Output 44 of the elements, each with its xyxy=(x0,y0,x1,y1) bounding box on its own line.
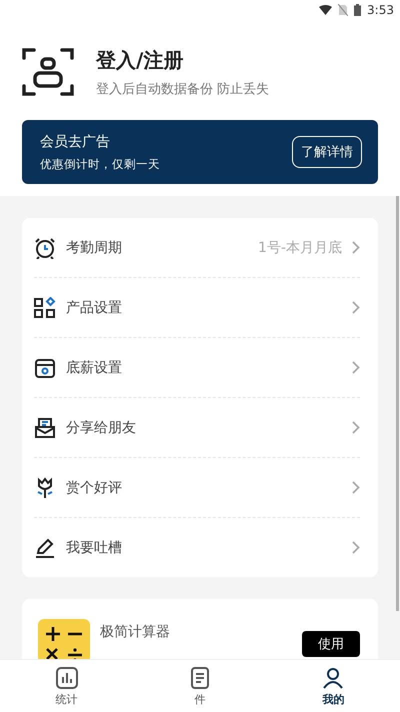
menu-label: 赏个好评 xyxy=(66,478,123,496)
alarm-clock-icon xyxy=(34,236,56,258)
menu-value: 1号-本月月底 xyxy=(258,238,342,256)
chevron-right-icon xyxy=(352,241,360,254)
menu-item[interactable]: 考勤周期 1号-本月月底 xyxy=(34,218,360,278)
chevron-right-icon xyxy=(352,301,360,314)
bar-chart-icon xyxy=(54,666,79,690)
nav-tab[interactable]: 我的 xyxy=(266,660,400,712)
wifi-icon xyxy=(319,5,332,15)
user-icon xyxy=(321,666,346,690)
menu-item[interactable]: 底薪设置 xyxy=(34,338,360,398)
chevron-right-icon xyxy=(352,361,360,374)
nav-tab[interactable]: 件 xyxy=(133,660,267,712)
battery-icon xyxy=(354,4,362,16)
details-button[interactable]: 了解详情 xyxy=(292,136,362,168)
no-sim-icon xyxy=(338,4,348,16)
menu-item[interactable]: 赏个好评 xyxy=(34,458,360,518)
menu-item[interactable]: 分享给朋友 xyxy=(34,398,360,458)
chevron-right-icon xyxy=(352,541,360,554)
calculator-icon[interactable] xyxy=(38,619,90,659)
apps-grid-icon xyxy=(34,296,56,318)
calendar-icon xyxy=(34,356,56,378)
mail-icon xyxy=(34,416,56,438)
pen-icon xyxy=(34,536,56,558)
clock: 3:53 xyxy=(367,3,394,17)
tool-name: 极简计算器 xyxy=(100,623,171,641)
promo-subtitle: 优惠倒计时，仅剩一天 xyxy=(40,156,160,172)
use-button[interactable]: 使用 xyxy=(302,631,360,657)
menu-label: 考勤周期 xyxy=(66,238,123,256)
login-title[interactable]: 登入/注册 xyxy=(96,46,270,74)
chevron-right-icon xyxy=(352,481,360,494)
menu-label: 我要吐槽 xyxy=(66,538,123,556)
user-scan-icon[interactable] xyxy=(22,46,74,98)
scrollbar[interactable] xyxy=(396,196,399,611)
menu-item[interactable]: 产品设置 xyxy=(34,278,360,338)
menu-item[interactable]: 我要吐槽 xyxy=(34,518,360,577)
nav-tab[interactable]: 统计 xyxy=(0,660,134,712)
menu-label: 产品设置 xyxy=(66,298,123,316)
promo-banner[interactable]: 会员去广告 优惠倒计时，仅剩一天 了解详情 xyxy=(22,120,378,184)
promo-title: 会员去广告 xyxy=(40,132,111,150)
chevron-right-icon xyxy=(352,421,360,434)
login-subtitle: 登入后自动数据备份 防止丢失 xyxy=(96,80,270,98)
menu-label: 分享给朋友 xyxy=(66,418,137,436)
menu-label: 底薪设置 xyxy=(66,358,123,376)
